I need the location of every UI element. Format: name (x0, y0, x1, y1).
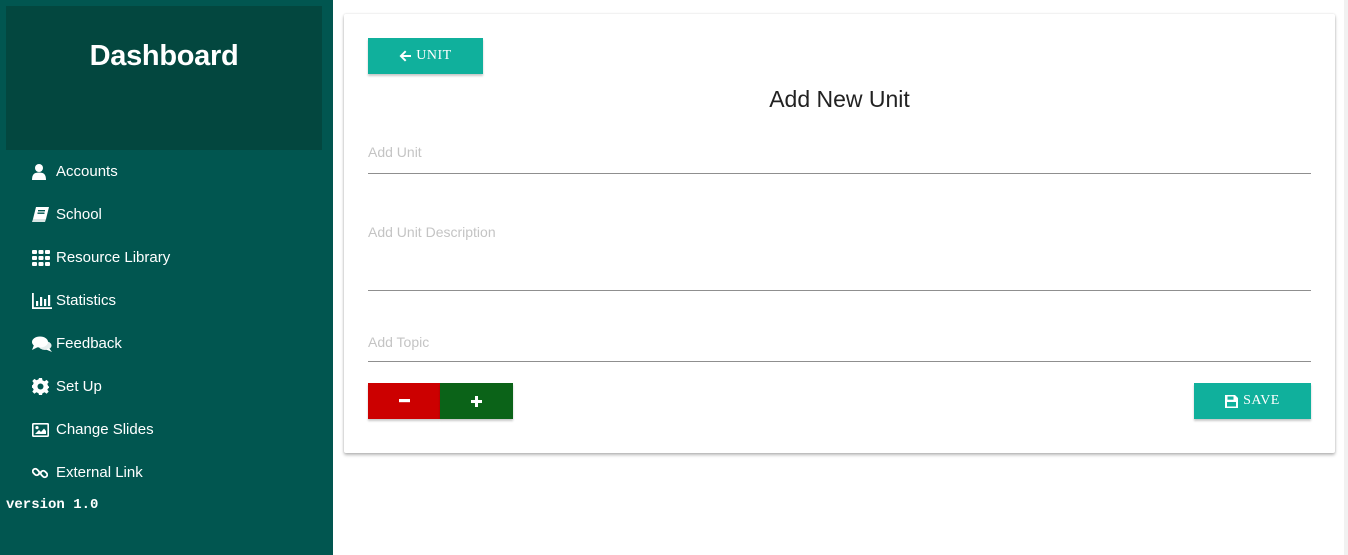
sidebar-item-set-up[interactable]: Set Up (0, 365, 333, 408)
sidebar-item-label: Accounts (56, 163, 118, 180)
link-icon (32, 464, 54, 482)
plus-icon (471, 395, 482, 407)
sidebar-item-label: External Link (56, 464, 143, 481)
sidebar: Dashboard Accounts School Resource Libra (0, 0, 333, 555)
sidebar-item-school[interactable]: School (0, 193, 333, 236)
page-title: Add New Unit (769, 86, 910, 112)
book-icon (32, 206, 54, 224)
unit-input[interactable] (368, 136, 1311, 164)
back-button-label: UNIT (416, 48, 452, 63)
topic-field (368, 326, 1311, 362)
sidebar-item-label: School (56, 206, 102, 223)
sidebar-item-accounts[interactable]: Accounts (0, 150, 333, 193)
sidebar-item-resource-library[interactable]: Resource Library (0, 236, 333, 279)
remove-topic-button[interactable] (368, 383, 440, 419)
image-icon (32, 421, 54, 439)
topic-input[interactable] (368, 326, 1311, 354)
unit-description-input[interactable] (368, 218, 1311, 278)
sidebar-item-feedback[interactable]: Feedback (0, 322, 333, 365)
bar-chart-icon (32, 292, 54, 310)
sidebar-nav: Accounts School Resource Library Statist… (0, 150, 333, 494)
sidebar-item-label: Feedback (56, 335, 122, 352)
sidebar-item-statistics[interactable]: Statistics (0, 279, 333, 322)
user-icon (32, 163, 54, 181)
unit-field (368, 136, 1311, 174)
back-to-unit-button[interactable]: UNIT (368, 38, 483, 74)
grid-icon (32, 249, 54, 267)
sidebar-item-external-link[interactable]: External Link (0, 451, 333, 494)
save-button-label: SAVE (1243, 393, 1280, 408)
version-label: version 1.0 (6, 497, 99, 513)
add-unit-card: UNIT Add New Unit SAVE (344, 14, 1335, 453)
gear-icon (32, 378, 54, 396)
save-button[interactable]: SAVE (1194, 383, 1311, 419)
sidebar-item-label: Statistics (56, 292, 117, 309)
minus-icon (398, 399, 410, 403)
sidebar-item-label: Set Up (56, 378, 102, 395)
brand-panel: Dashboard (6, 6, 322, 150)
add-topic-button[interactable] (440, 383, 513, 419)
page-scrollbar[interactable] (1344, 0, 1348, 555)
unit-description-field (368, 218, 1311, 291)
sidebar-item-change-slides[interactable]: Change Slides (0, 408, 333, 451)
sidebar-item-label: Resource Library (56, 249, 171, 266)
arrow-left-icon (399, 50, 412, 62)
brand-title[interactable]: Dashboard (6, 40, 322, 73)
sidebar-item-label: Change Slides (56, 421, 154, 438)
floppy-disk-icon (1225, 394, 1239, 408)
comments-icon (32, 335, 54, 353)
